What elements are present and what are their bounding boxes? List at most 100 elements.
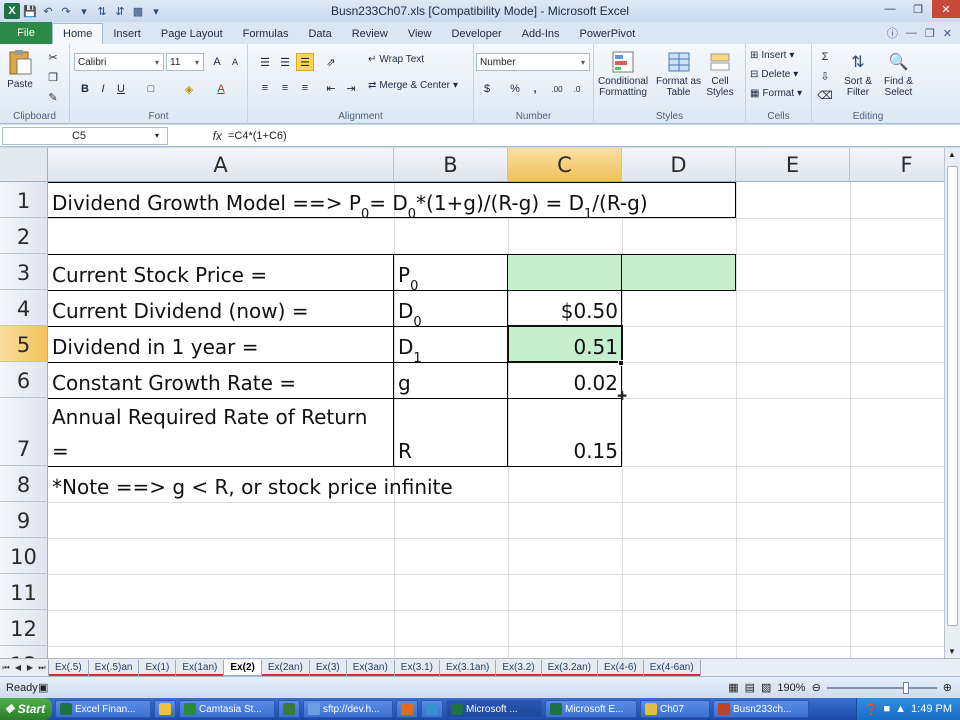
taskbar-item[interactable] (421, 700, 443, 718)
sheet-tab[interactable]: Ex(3.1an) (439, 659, 497, 676)
tab-home[interactable]: Home (52, 23, 104, 44)
borders-icon[interactable]: □ (142, 80, 160, 98)
bottom-align-icon[interactable]: ☰ (296, 53, 314, 71)
workbook-restore-icon[interactable]: ❐ (925, 27, 935, 40)
number-format-combo[interactable]: Number ▾ (476, 53, 590, 71)
sort-az-icon[interactable]: ⇅ (94, 3, 110, 19)
sheet-tab[interactable]: Ex(3an) (345, 659, 395, 676)
prev-sheet-icon[interactable]: ◀ (12, 663, 24, 672)
sheet-tab[interactable]: Ex(4-6) (596, 659, 644, 676)
column-header-d[interactable]: D (622, 148, 736, 182)
sheet-tab-active[interactable]: Ex(2) (223, 659, 262, 676)
cell-a6[interactable]: Constant Growth Rate = (48, 362, 394, 398)
fill-icon[interactable]: ⇩ (816, 67, 834, 85)
row-header-10[interactable]: 10 (0, 538, 48, 574)
sort-za-icon[interactable]: ⇵ (112, 3, 128, 19)
sheet-tab[interactable]: Ex(.5)an (87, 659, 140, 676)
row-header-4[interactable]: 4 (0, 290, 48, 326)
taskbar-item[interactable]: Camtasia St... (179, 700, 275, 718)
qat-dropdown-icon[interactable]: ▾ (76, 3, 92, 19)
column-header-c[interactable]: C (508, 148, 622, 182)
increase-decimal-icon[interactable]: .00 (548, 80, 566, 98)
format-painter-icon[interactable]: ✎ (44, 88, 62, 106)
normal-view-icon[interactable]: ▦ (728, 681, 738, 694)
start-button[interactable]: ❖ Start (0, 698, 52, 720)
row-header-8[interactable]: 8 (0, 466, 48, 502)
row-header-12[interactable]: 12 (0, 610, 48, 646)
decrease-decimal-icon[interactable]: .0 (568, 80, 586, 98)
workbook-close-icon[interactable]: ✕ (943, 27, 952, 40)
scroll-thumb[interactable] (947, 166, 958, 626)
customize-qat-icon[interactable]: ▾ (148, 3, 164, 19)
cell-a8[interactable]: *Note ==> g < R, or stock price infinite (48, 466, 457, 502)
function-wizard-icon[interactable]: fx (213, 129, 222, 143)
percent-button[interactable]: % (506, 80, 524, 98)
cell-b4[interactable]: D0 (394, 290, 508, 329)
bold-button[interactable]: B (76, 80, 94, 98)
cell-b6[interactable]: g (394, 362, 508, 398)
column-header-b[interactable]: B (394, 148, 508, 182)
delete-cells-button[interactable]: ⊟ Delete ▾ (750, 69, 798, 80)
tab-insert[interactable]: Insert (103, 24, 151, 44)
taskbar-item-active[interactable]: Microsoft ... (446, 700, 542, 718)
cell-styles-button[interactable]: Cell Styles (706, 48, 734, 98)
cell-b3[interactable]: P0 (394, 254, 508, 293)
row-header-7[interactable]: 7 (0, 398, 48, 466)
column-header-f[interactable]: F (850, 148, 944, 182)
cell-c4[interactable]: $0.50 (508, 290, 622, 326)
clock[interactable]: 1:49 PM (911, 703, 952, 715)
font-size-combo[interactable]: 11 ▾ (166, 53, 204, 71)
tab-review[interactable]: Review (342, 24, 398, 44)
sheet-tab[interactable]: Ex(3.2an) (540, 659, 598, 676)
help-icon[interactable]: ⓘ (887, 25, 898, 41)
zoom-level[interactable]: 190% (777, 682, 805, 694)
conditional-formatting-button[interactable]: Conditional Formatting (598, 48, 648, 98)
row-header-2[interactable]: 2 (0, 218, 48, 254)
scroll-up-icon[interactable]: ▲ (948, 150, 956, 159)
ribbon-minimize-icon[interactable]: — (906, 27, 917, 39)
zoom-in-icon[interactable]: ⊕ (943, 681, 952, 694)
redo-icon[interactable]: ↷ (58, 3, 74, 19)
insert-cells-button[interactable]: ⊞ Insert ▾ (750, 50, 794, 61)
format-as-table-button[interactable]: Format as Table (656, 48, 701, 98)
copy-icon[interactable]: ❐ (44, 68, 62, 86)
clear-icon[interactable]: ⌫ (816, 86, 834, 104)
formula-input[interactable]: =C4*(1+C6) (228, 130, 287, 142)
cell-c5[interactable]: 0.51 (508, 326, 622, 362)
row-header-5[interactable]: 5 (0, 326, 48, 362)
page-break-view-icon[interactable]: ▧ (761, 681, 771, 694)
taskbar-item[interactable]: Busn233ch... (713, 700, 809, 718)
fill-color-icon[interactable]: ◈ (180, 80, 198, 98)
sheet-tab[interactable]: Ex(1an) (175, 659, 225, 676)
sheet-tab[interactable]: Ex(2an) (260, 659, 310, 676)
tab-page-layout[interactable]: Page Layout (151, 24, 233, 44)
paste-button[interactable]: Paste (6, 48, 34, 90)
row-header-1[interactable]: 1 (0, 182, 48, 218)
taskbar-item[interactable]: Microsoft E... (545, 700, 637, 718)
zoom-slider-knob[interactable] (902, 681, 909, 694)
sheet-tab[interactable]: Ex(1) (138, 659, 177, 676)
cell-a3[interactable]: Current Stock Price = (48, 254, 394, 290)
cell-a5[interactable]: Dividend in 1 year = (48, 326, 394, 362)
print-preview-icon[interactable]: ▩ (130, 3, 146, 19)
cell-a4[interactable]: Current Dividend (now) = (48, 290, 394, 326)
taskbar-item[interactable] (154, 700, 176, 718)
page-layout-view-icon[interactable]: ▤ (745, 681, 755, 694)
decrease-indent-icon[interactable]: ⇤ (322, 79, 340, 97)
tray-help-icon[interactable]: ❓ (865, 703, 879, 716)
next-sheet-icon[interactable]: ▶ (24, 663, 36, 672)
tray-app-icon[interactable]: ■ (883, 703, 890, 715)
italic-button[interactable]: I (94, 80, 112, 98)
font-name-combo[interactable]: Calibri ▾ (74, 53, 164, 71)
find-select-button[interactable]: 🔍 Find & Select (884, 48, 913, 98)
restore-icon[interactable]: ❐ (904, 0, 932, 18)
select-all-corner[interactable] (0, 148, 48, 182)
sheet-tab[interactable]: Ex(4-6an) (642, 659, 701, 676)
taskbar-item[interactable]: Excel Finan... (55, 700, 151, 718)
excel-logo-icon[interactable]: X (4, 3, 20, 19)
taskbar-item[interactable]: sftp://dev.h... (303, 700, 393, 718)
tray-network-icon[interactable]: ▲ (895, 703, 906, 715)
vertical-scrollbar[interactable]: ▲ ▼ (944, 148, 960, 658)
wrap-text-button[interactable]: ↵ Wrap Text (368, 54, 424, 65)
font-color-button[interactable]: A (212, 80, 230, 98)
